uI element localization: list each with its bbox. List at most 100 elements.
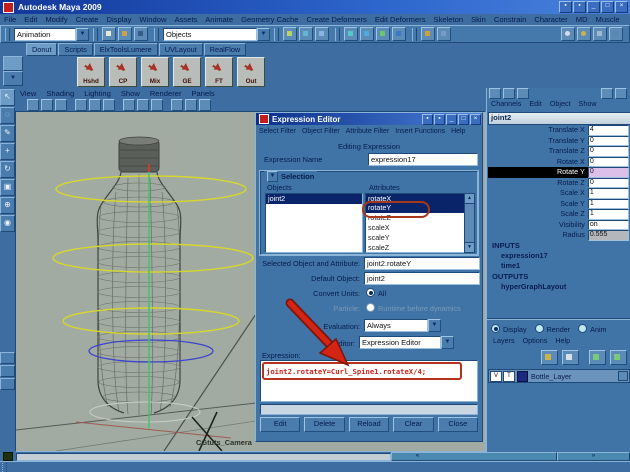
viewport-menu-show[interactable]: Show <box>116 88 145 99</box>
clear-button[interactable]: Clear <box>393 417 434 432</box>
anim-mode-radio[interactable]: Anim <box>578 324 607 334</box>
cb-menu-channels[interactable]: Channels <box>487 99 525 108</box>
lasso-tool-icon[interactable]: ◌ <box>0 107 15 124</box>
select-object-icon[interactable] <box>299 27 313 41</box>
ee-selected-field[interactable]: joint2.rotateY <box>364 257 480 270</box>
statusline-grip6[interactable] <box>412 27 417 41</box>
menu-display[interactable]: Display <box>103 14 136 25</box>
list-item-rotatez[interactable]: rotateZ <box>366 213 464 223</box>
viewport-film-gate-icon[interactable] <box>89 99 101 111</box>
ee-menu-select-filter[interactable]: Select Filter <box>256 128 299 135</box>
window-titlebar[interactable]: Autodesk Maya 2009 ▪ ▪ _ □ × <box>0 0 630 14</box>
list-item-scalez[interactable]: scaleZ <box>366 243 464 253</box>
cb-input-expression17[interactable]: expression17 <box>501 251 548 260</box>
select-component-icon[interactable] <box>315 27 329 41</box>
layer-visibility-toggle[interactable]: V <box>490 370 502 382</box>
snap-point-icon[interactable] <box>376 27 390 41</box>
layers-menu[interactable]: Layers <box>489 336 519 345</box>
reload-button[interactable]: Reload <box>348 417 390 432</box>
manipulator-display-icon[interactable] <box>601 88 613 99</box>
cb-menu-object[interactable]: Object <box>546 99 575 108</box>
display-mode-radio[interactable]: Display <box>491 324 527 334</box>
ee-evaluation-dropdown[interactable]: Always ▼ <box>364 319 441 332</box>
statusline-grip3[interactable] <box>154 27 159 41</box>
list-item-scalex[interactable]: scaleX <box>366 223 464 233</box>
scale-tool-icon[interactable]: ▣ <box>0 179 15 196</box>
maximize-icon[interactable]: □ <box>601 1 614 13</box>
statusline-grip4[interactable] <box>274 27 279 41</box>
window-extra2-button[interactable]: ▪ <box>573 1 586 13</box>
menu-constrain[interactable]: Constrain <box>490 14 531 25</box>
menu-skeleton[interactable]: Skeleton <box>430 14 468 25</box>
select-tool-icon[interactable]: ↖ <box>0 89 15 106</box>
ee-objects-list[interactable]: joint2 <box>265 193 363 253</box>
ee-menu-help[interactable]: Help <box>448 128 468 135</box>
cb-input-time1[interactable]: time1 <box>501 261 520 270</box>
ee-extra1-button[interactable]: ▪ <box>422 113 433 125</box>
expression-editor-titlebar[interactable]: Expression Editor ▪ ▪ _ □ × <box>256 113 482 125</box>
ee-editor-dropdown[interactable]: Expression Editor ▼ <box>359 336 454 349</box>
shelf-arrow-icon[interactable]: ▼ <box>3 71 23 86</box>
ee-attributes-scrollbar[interactable]: ▲ ▼ <box>464 193 475 253</box>
cb-object-name[interactable]: joint2 <box>488 112 630 125</box>
make-live-icon[interactable] <box>421 27 435 41</box>
step-back-button[interactable]: « <box>390 452 557 461</box>
shelf-button-mix[interactable]: Mix <box>141 57 169 87</box>
render-mode-radio[interactable]: Render <box>534 324 570 334</box>
viewport-isolate-icon[interactable] <box>185 99 197 111</box>
snap-curve-icon[interactable] <box>360 27 374 41</box>
menu-edit[interactable]: Edit <box>20 14 41 25</box>
selection-mask-field[interactable]: Objects <box>163 27 257 41</box>
snap-grid-icon[interactable] <box>344 27 358 41</box>
ee-expression-textarea[interactable]: joint2.rotateY=Curl_Spine1.rotateX/4; <box>260 360 478 402</box>
viewport-menu-renderer[interactable]: Renderer <box>145 88 187 99</box>
cb-menu-show[interactable]: Show <box>575 99 601 108</box>
edit-button[interactable]: Edit <box>260 417 301 432</box>
menu-character[interactable]: Character <box>530 14 571 25</box>
render-settings-icon[interactable] <box>593 27 607 41</box>
statusline-grip[interactable] <box>5 27 10 41</box>
ee-menu-object-filter[interactable]: Object Filter <box>299 128 343 135</box>
viewport-menu-panels[interactable]: Panels <box>186 88 219 99</box>
menu-muscle[interactable]: Muscle <box>592 14 624 25</box>
layout-single-pane-icon[interactable] <box>0 352 15 364</box>
viewport-resolution-gate-icon[interactable] <box>103 99 115 111</box>
speed-control-icon[interactable] <box>615 88 627 99</box>
viewport-xray-icon[interactable] <box>199 99 211 111</box>
menu-assets[interactable]: Assets <box>170 14 201 25</box>
viewport-select-camera-icon[interactable] <box>27 99 39 111</box>
shelf-button-out[interactable]: Out <box>237 57 265 87</box>
snap-view-plane-icon[interactable] <box>392 27 406 41</box>
viewport-menu-lighting[interactable]: Lighting <box>79 88 116 99</box>
list-item-rotatey[interactable]: rotateY <box>366 203 464 213</box>
shelf-button-cp[interactable]: CP <box>109 57 137 87</box>
ee-default-object-field[interactable]: joint2 <box>364 272 480 285</box>
range-slider[interactable] <box>15 452 391 461</box>
list-item-scaley[interactable]: scaleY <box>366 233 464 243</box>
viewport-wireframe-icon[interactable] <box>123 99 135 111</box>
viewport-lights-icon[interactable] <box>171 99 183 111</box>
ee-evaluation-dropdown-icon[interactable]: ▼ <box>428 319 441 332</box>
list-item-joint2[interactable]: joint2 <box>266 194 362 204</box>
shelf-button-ge[interactable]: GE <box>173 57 201 87</box>
show-hide-bar-icon[interactable] <box>609 27 623 41</box>
selection-mask-dropdown-icon[interactable]: ▼ <box>257 27 270 41</box>
open-scene-icon[interactable] <box>118 27 132 41</box>
new-scene-icon[interactable] <box>102 27 116 41</box>
soft-mod-tool-icon[interactable]: ◉ <box>0 215 15 232</box>
shelf-menu-button[interactable] <box>3 56 23 71</box>
cb-output-hypergraphlayout[interactable]: hyperGraphLayout <box>501 282 566 291</box>
menu-set-dropdown-icon[interactable]: ▼ <box>76 27 89 41</box>
ee-convert-units-all-radio[interactable]: All <box>366 288 386 298</box>
ee-selection-collapse-icon[interactable]: ▼ <box>267 171 278 182</box>
layout-persp-outliner-icon[interactable] <box>0 378 15 390</box>
shelf-button-hshd[interactable]: Hshd <box>77 57 105 87</box>
ee-menu-insert-functions[interactable]: Insert Functions <box>392 128 448 135</box>
ee-close-icon[interactable]: × <box>470 113 481 125</box>
options-menu[interactable]: Options <box>519 336 552 345</box>
scroll-up-icon[interactable]: ▲ <box>465 194 474 204</box>
menu-geometry-cache[interactable]: Geometry Cache <box>237 14 302 25</box>
ee-minimize-icon[interactable]: _ <box>446 113 457 125</box>
viewport-textured-icon[interactable] <box>151 99 163 111</box>
viewport-menu-shading[interactable]: Shading <box>41 88 79 99</box>
